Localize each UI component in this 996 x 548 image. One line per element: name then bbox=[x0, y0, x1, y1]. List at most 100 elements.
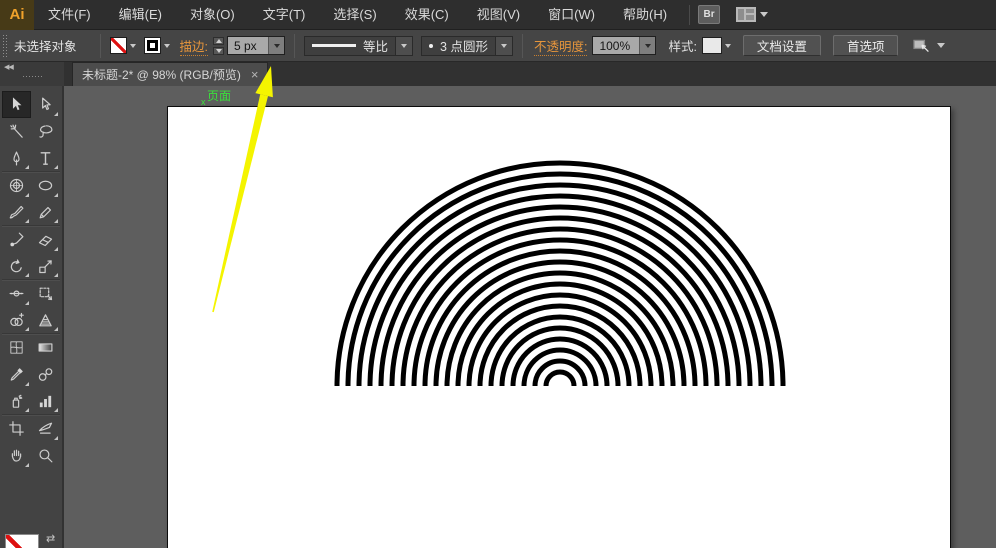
magic-wand-tool[interactable] bbox=[2, 118, 31, 145]
divider bbox=[294, 34, 295, 58]
menu-item-8[interactable]: 帮助(H) bbox=[609, 0, 681, 30]
menu-item-1[interactable]: 编辑(E) bbox=[105, 0, 176, 30]
brush-label: 3 点圆形 bbox=[440, 36, 488, 55]
blend-tool[interactable] bbox=[31, 361, 60, 388]
symbol-sprayer-tool[interactable] bbox=[2, 388, 31, 415]
hand-tool-icon bbox=[8, 447, 25, 464]
opacity-value[interactable]: 100% bbox=[593, 37, 639, 54]
bridge-button[interactable]: Br bbox=[698, 5, 720, 24]
uniform-profile-icon bbox=[312, 44, 356, 47]
fill-color-dropdown[interactable] bbox=[110, 37, 136, 54]
opacity-dropdown-button[interactable] bbox=[639, 37, 655, 54]
stroke-width-combo[interactable]: 5 px bbox=[227, 36, 285, 55]
flyout-triangle-icon bbox=[25, 382, 29, 386]
pen-tool-icon bbox=[8, 150, 25, 167]
document-tab-bar: 未标题-2* @ 98% (RGB/预览) × bbox=[64, 62, 996, 86]
flyout-triangle-icon bbox=[54, 273, 58, 277]
fill-stroke-indicator: ⇄ bbox=[0, 534, 64, 548]
polar-grid-tool[interactable] bbox=[2, 172, 31, 199]
tools-panel-grip[interactable] bbox=[22, 75, 44, 79]
artboard-origin-mark: x bbox=[201, 97, 206, 107]
style-dropdown[interactable] bbox=[702, 37, 731, 54]
menu-item-4[interactable]: 选择(S) bbox=[319, 0, 390, 30]
rotate-tool-icon bbox=[8, 258, 25, 275]
blob-brush-tool[interactable] bbox=[2, 226, 31, 253]
control-bar-grip[interactable] bbox=[2, 34, 8, 58]
gradient-tool[interactable] bbox=[31, 334, 60, 361]
perspective-grid-tool[interactable] bbox=[31, 307, 60, 334]
select-similar-dropdown[interactable] bbox=[912, 38, 945, 54]
pencil-tool[interactable] bbox=[31, 199, 60, 226]
stroke-color-dropdown[interactable] bbox=[144, 37, 170, 54]
brush-definition-combo[interactable]: 3 点圆形 bbox=[421, 36, 496, 56]
preferences-button[interactable]: 首选项 bbox=[833, 35, 899, 56]
ellipse-tool-icon bbox=[37, 177, 54, 194]
stroke-width-value[interactable]: 5 px bbox=[228, 37, 268, 54]
flyout-triangle-icon bbox=[54, 247, 58, 251]
stroke-width-dropdown-button[interactable] bbox=[268, 37, 284, 54]
direct-selection-tool[interactable] bbox=[31, 91, 60, 118]
step-down-icon bbox=[216, 49, 222, 53]
flyout-triangle-icon bbox=[54, 327, 58, 331]
chevron-down-icon bbox=[760, 12, 768, 17]
menu-item-5[interactable]: 效果(C) bbox=[391, 0, 463, 30]
flyout-triangle-icon bbox=[25, 463, 29, 467]
paintbrush-tool[interactable] bbox=[2, 199, 31, 226]
menu-item-0[interactable]: 文件(F) bbox=[34, 0, 105, 30]
ellipse-tool[interactable] bbox=[31, 172, 60, 199]
free-transform-tool[interactable] bbox=[31, 280, 60, 307]
type-tool[interactable] bbox=[31, 145, 60, 172]
chevron-down-icon bbox=[937, 43, 945, 48]
shape-builder-tool[interactable] bbox=[2, 307, 31, 334]
chevron-down-icon bbox=[164, 44, 170, 48]
menu-item-2[interactable]: 对象(O) bbox=[176, 0, 249, 30]
column-graph-tool[interactable] bbox=[31, 388, 60, 415]
width-tool[interactable] bbox=[2, 280, 31, 307]
rotate-tool[interactable] bbox=[2, 253, 31, 280]
polar-grid-tool-icon bbox=[8, 177, 25, 194]
document-tab[interactable]: 未标题-2* @ 98% (RGB/预览) × bbox=[72, 62, 268, 86]
eyedropper-tool-icon bbox=[8, 366, 25, 383]
selection-tool[interactable] bbox=[2, 91, 31, 118]
brush-dropdown-button[interactable] bbox=[496, 36, 513, 56]
divider bbox=[100, 34, 101, 58]
eraser-tool-icon bbox=[37, 231, 54, 248]
fill-swatch-none[interactable] bbox=[5, 534, 39, 548]
app-logo: Ai bbox=[0, 0, 34, 30]
slice-tool[interactable] bbox=[31, 415, 60, 442]
close-tab-icon[interactable]: × bbox=[251, 68, 259, 81]
zoom-tool[interactable] bbox=[31, 442, 60, 469]
width-profile-dropdown-button[interactable] bbox=[396, 36, 413, 56]
eyedropper-tool[interactable] bbox=[2, 361, 31, 388]
stroke-width-stepper[interactable] bbox=[213, 37, 224, 55]
artboard-tool[interactable] bbox=[2, 415, 31, 442]
stroke-panel-link[interactable]: 描边: bbox=[180, 36, 208, 56]
flyout-triangle-icon bbox=[25, 327, 29, 331]
width-profile-combo[interactable]: 等比 bbox=[304, 36, 396, 56]
opacity-panel-link[interactable]: 不透明度: bbox=[534, 36, 587, 56]
lasso-tool[interactable] bbox=[31, 118, 60, 145]
eraser-tool[interactable] bbox=[31, 226, 60, 253]
scale-tool[interactable] bbox=[31, 253, 60, 280]
workspace-switcher[interactable] bbox=[736, 7, 768, 22]
opacity-combo[interactable]: 100% bbox=[592, 36, 656, 55]
hand-tool[interactable] bbox=[2, 442, 31, 469]
document-setup-button[interactable]: 文档设置 bbox=[743, 35, 821, 56]
flyout-triangle-icon bbox=[54, 193, 58, 197]
pen-tool[interactable] bbox=[2, 145, 31, 172]
style-label: 样式: bbox=[668, 36, 696, 55]
mesh-tool[interactable] bbox=[2, 334, 31, 361]
flyout-triangle-icon bbox=[25, 165, 29, 169]
flyout-triangle-icon bbox=[25, 408, 29, 412]
menu-item-7[interactable]: 窗口(W) bbox=[534, 0, 609, 30]
menu-item-6[interactable]: 视图(V) bbox=[463, 0, 534, 30]
tools-panel: ⇄ bbox=[0, 86, 64, 548]
flyout-triangle-icon bbox=[54, 408, 58, 412]
swap-fill-stroke-icon[interactable]: ⇄ bbox=[46, 532, 55, 545]
divider bbox=[522, 34, 523, 58]
collapse-panel-icon[interactable]: ◀◀ bbox=[4, 63, 13, 71]
symbol-sprayer-tool-icon bbox=[8, 393, 25, 410]
menu-item-3[interactable]: 文字(T) bbox=[249, 0, 320, 30]
step-up-icon bbox=[216, 39, 222, 43]
concentric-semicircles-artwork bbox=[66, 86, 996, 548]
